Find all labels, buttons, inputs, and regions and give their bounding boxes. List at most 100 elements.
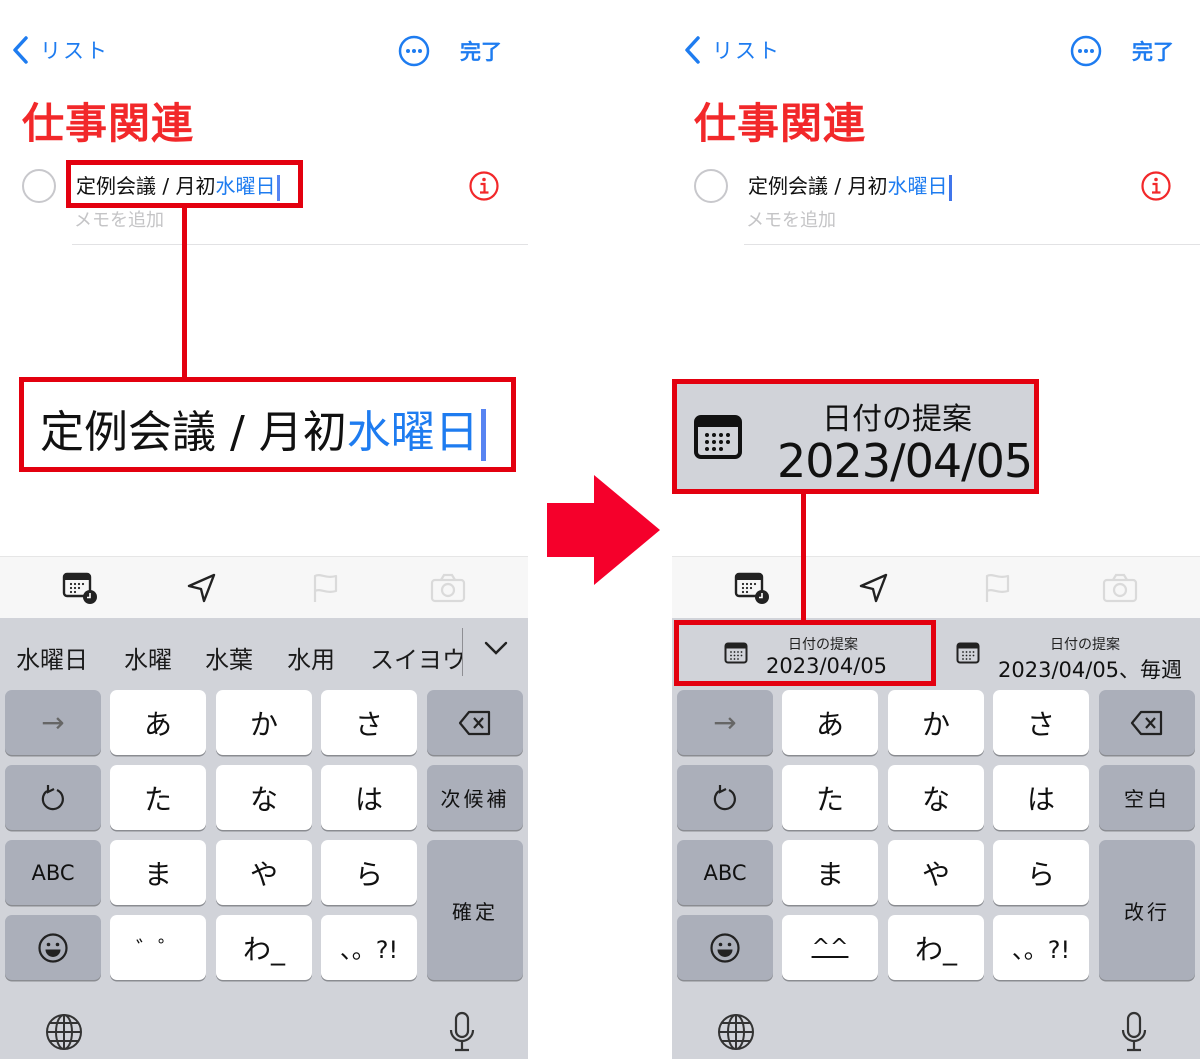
key-confirm[interactable]: 確定 <box>427 840 523 980</box>
zoom-callout-text: 定例会議 / 月初水曜日 <box>40 396 486 461</box>
back-label: リスト <box>712 39 781 63</box>
info-circle-icon[interactable] <box>468 170 500 202</box>
chevron-left-icon <box>685 36 700 64</box>
list-title: 仕事関連 <box>22 99 195 148</box>
key-ma[interactable]: ま <box>110 840 206 905</box>
zoom-callout-date-suggestion: 日付の提案 2023/04/05 <box>672 379 1039 494</box>
undo-icon <box>41 784 64 810</box>
camera-icon[interactable] <box>1102 571 1138 605</box>
key-kaomoji[interactable]: ^^ <box>782 915 878 980</box>
callout-connector <box>182 208 187 378</box>
calendar-icon <box>694 415 742 459</box>
microphone-icon[interactable] <box>446 1010 478 1054</box>
key-abc[interactable]: ABC <box>677 840 773 905</box>
quick-toolbar <box>0 556 528 618</box>
note-input[interactable]: メモを追加 <box>746 206 836 232</box>
flag-icon[interactable] <box>308 571 344 605</box>
done-button[interactable]: 完了 <box>460 36 502 66</box>
location-arrow-icon[interactable] <box>184 571 220 605</box>
ellipsis-circle-icon[interactable] <box>1070 35 1102 67</box>
info-circle-icon[interactable] <box>1140 170 1172 202</box>
date-suggestion-2[interactable]: 日付の提案 2023/04/05、毎週 <box>934 620 1200 684</box>
complete-checkbox[interactable] <box>22 169 56 203</box>
chevron-left-icon <box>13 36 28 64</box>
back-button[interactable]: リスト <box>10 34 109 66</box>
key-next-char[interactable]: → <box>677 690 773 755</box>
candidate-item[interactable]: 水用 <box>287 640 335 675</box>
key-ha[interactable]: は <box>321 765 417 830</box>
delete-left-icon <box>458 710 491 735</box>
task-text-highlight: 水曜日 <box>887 174 948 198</box>
chevron-down-icon[interactable] <box>482 636 510 660</box>
key-return[interactable]: 改行 <box>1099 840 1195 980</box>
key-a[interactable]: あ <box>110 690 206 755</box>
location-arrow-icon[interactable] <box>856 571 892 605</box>
key-sa[interactable]: さ <box>321 690 417 755</box>
key-ra[interactable]: ら <box>321 840 417 905</box>
screen-after: リスト 完了 仕事関連 定例会議 / 月初水曜日 メモを追加 日付の提案 202… <box>672 0 1200 1059</box>
candidate-bar: 水曜日 水曜 水葉 水用 スイヨウ <box>0 618 528 684</box>
candidate-item[interactable]: スイヨウ <box>370 640 462 675</box>
highlight-box <box>674 620 936 686</box>
delete-left-icon <box>1130 710 1163 735</box>
candidate-item[interactable]: 水葉 <box>205 640 253 675</box>
flow-arrow-icon <box>547 475 660 585</box>
key-punctuation[interactable]: 、。?! <box>993 915 1089 980</box>
key-na[interactable]: な <box>888 765 984 830</box>
calendar-clock-icon[interactable] <box>62 571 98 605</box>
key-delete[interactable] <box>427 690 523 755</box>
key-emoji[interactable] <box>5 915 101 980</box>
key-ha[interactable]: は <box>993 765 1089 830</box>
date-suggestion-title: 日付の提案 <box>1050 637 1120 653</box>
key-punctuation[interactable]: 、。?! <box>321 915 417 980</box>
key-wa[interactable]: わ_ <box>888 915 984 980</box>
key-ka[interactable]: か <box>888 690 984 755</box>
key-ma[interactable]: ま <box>782 840 878 905</box>
key-dakuten[interactable]: ゛゜ <box>110 915 206 980</box>
key-next-char[interactable]: → <box>5 690 101 755</box>
japanese-keyboard: 水曜日 水曜 水葉 水用 スイヨウ → あ か さ た な は 次候補 ABC … <box>0 618 528 1059</box>
task-text-plain: 定例会議 / 月初 <box>748 174 888 198</box>
microphone-icon[interactable] <box>1118 1010 1150 1054</box>
globe-icon[interactable] <box>716 1012 756 1052</box>
calendar-clock-icon[interactable] <box>734 571 770 605</box>
callout-connector <box>801 490 806 622</box>
date-suggestion-value: 2023/04/05、毎週 <box>998 658 1183 682</box>
complete-checkbox[interactable] <box>694 169 728 203</box>
key-a[interactable]: あ <box>782 690 878 755</box>
note-input[interactable]: メモを追加 <box>74 206 164 232</box>
key-ka[interactable]: か <box>216 690 312 755</box>
key-ra[interactable]: ら <box>993 840 1089 905</box>
key-ya[interactable]: や <box>888 840 984 905</box>
key-ta[interactable]: た <box>782 765 878 830</box>
emoji-icon <box>710 932 740 963</box>
key-abc[interactable]: ABC <box>5 840 101 905</box>
zoom-callout-title: 日付の提案 <box>822 402 972 437</box>
zoom-callout-value: 2023/04/05 <box>777 434 1033 488</box>
key-delete[interactable] <box>1099 690 1195 755</box>
key-space[interactable]: 空白 <box>1099 765 1195 830</box>
done-button[interactable]: 完了 <box>1132 36 1174 66</box>
text-caret <box>480 409 486 461</box>
key-ya[interactable]: や <box>216 840 312 905</box>
key-undo[interactable] <box>677 765 773 830</box>
ellipsis-circle-icon[interactable] <box>398 35 430 67</box>
key-na[interactable]: な <box>216 765 312 830</box>
key-sa[interactable]: さ <box>993 690 1089 755</box>
candidate-item[interactable]: 水曜 <box>124 640 172 675</box>
key-next-candidate[interactable]: 次候補 <box>427 765 523 830</box>
back-button[interactable]: リスト <box>682 34 781 66</box>
key-emoji[interactable] <box>677 915 773 980</box>
emoji-icon <box>38 932 68 963</box>
flag-icon[interactable] <box>980 571 1016 605</box>
key-wa[interactable]: わ_ <box>216 915 312 980</box>
key-ta[interactable]: た <box>110 765 206 830</box>
globe-icon[interactable] <box>44 1012 84 1052</box>
highlight-box <box>66 160 303 208</box>
camera-icon[interactable] <box>430 571 466 605</box>
back-label: リスト <box>40 39 109 63</box>
task-title-input[interactable]: 定例会議 / 月初水曜日 <box>748 170 953 201</box>
key-undo[interactable] <box>5 765 101 830</box>
undo-icon <box>713 784 736 810</box>
candidate-item[interactable]: 水曜日 <box>16 640 88 675</box>
